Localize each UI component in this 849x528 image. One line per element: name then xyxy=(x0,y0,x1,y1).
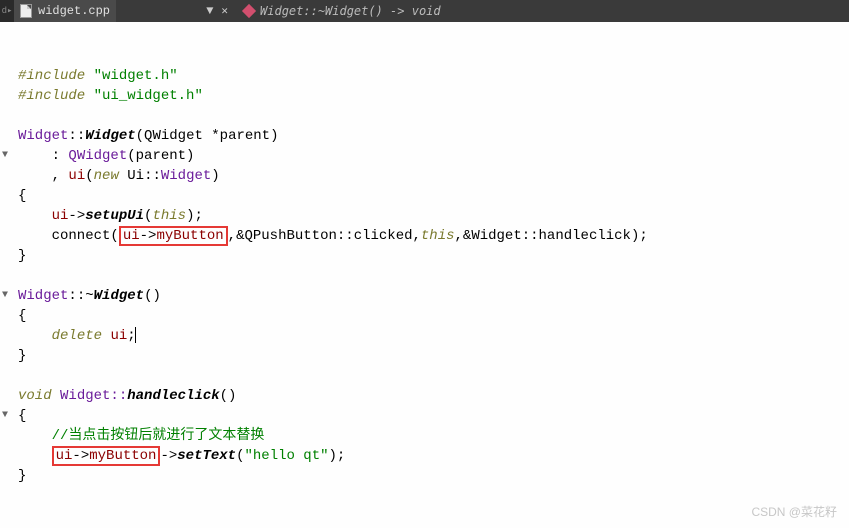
file-icon xyxy=(20,4,32,18)
fold-icon[interactable]: ▼ xyxy=(2,286,8,306)
code-line: void Widget::handleclick() xyxy=(18,388,236,404)
tab-list-dropdown[interactable]: d▸ xyxy=(0,0,14,22)
code-line: #include "ui_widget.h" xyxy=(18,88,203,104)
code-line: #include "widget.h" xyxy=(18,68,178,84)
code-line: Widget::Widget(QWidget *parent) xyxy=(18,128,278,144)
code-line: } xyxy=(18,468,26,484)
code-line: Widget::~Widget() xyxy=(18,288,161,304)
code-line: , ui(new Ui::Widget) xyxy=(18,168,220,184)
tab-filename: widget.cpp xyxy=(38,4,110,18)
code-line: { xyxy=(18,308,26,324)
code-line: ui->setupUi(this); xyxy=(18,208,203,224)
function-icon xyxy=(242,4,256,18)
tab-modified-icon: ▼ xyxy=(206,4,213,18)
highlighted-expression: ui->myButton xyxy=(52,446,161,466)
breadcrumb-text: Widget::~Widget() -> void xyxy=(260,4,441,18)
code-line: connect(ui->myButton,&QPushButton::click… xyxy=(18,228,648,244)
code-line: { xyxy=(18,408,26,424)
fold-icon[interactable]: ▼ xyxy=(2,146,8,166)
code-line: } xyxy=(18,348,26,364)
code-line: { xyxy=(18,188,26,204)
tab-close-button[interactable]: ✕ xyxy=(221,4,228,18)
tab-actions: ▼ ✕ xyxy=(116,0,236,22)
code-line: : QWidget(parent) xyxy=(18,148,194,164)
file-tab[interactable]: widget.cpp xyxy=(14,0,116,22)
fold-gutter: ▼ ▼ ▼ xyxy=(2,26,14,126)
text-cursor xyxy=(135,327,136,343)
code-line: //当点击按钮后就进行了文本替换 xyxy=(18,428,264,444)
code-editor[interactable]: ▼ ▼ ▼ #include "widget.h" #include "ui_w… xyxy=(0,22,849,486)
code-line: delete ui; xyxy=(18,328,136,344)
watermark: CSDN @菜花籽 xyxy=(751,503,837,520)
highlighted-expression: ui->myButton xyxy=(119,226,228,246)
code-line: ui->myButton->setText("hello qt"); xyxy=(18,448,345,464)
tab-bar: d▸ widget.cpp ▼ ✕ Widget::~Widget() -> v… xyxy=(0,0,849,22)
breadcrumb[interactable]: Widget::~Widget() -> void xyxy=(236,0,849,22)
fold-icon[interactable]: ▼ xyxy=(2,406,8,426)
code-line: } xyxy=(18,248,26,264)
